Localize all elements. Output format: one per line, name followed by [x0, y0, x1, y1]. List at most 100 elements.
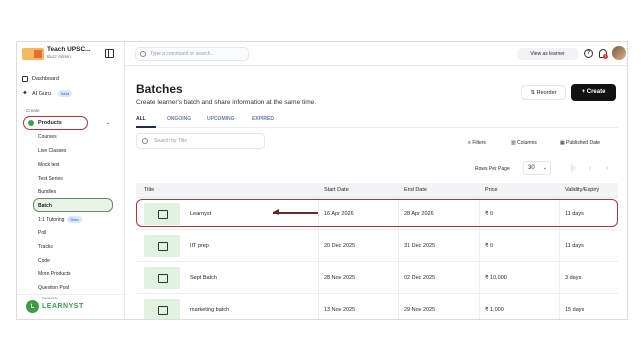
tab-expired[interactable]: EXPIRED: [252, 116, 274, 122]
beta-badge: Beta: [67, 216, 82, 223]
row-price: ₹ 0: [485, 243, 494, 249]
rows-per-page-label: Rows Per Page: [475, 166, 510, 172]
col-header-start-date[interactable]: Start Date: [324, 187, 349, 193]
row-validity: 3 days: [565, 275, 582, 281]
image-icon: [144, 235, 180, 257]
published-date-button[interactable]: ▦ Published Date: [560, 140, 600, 146]
sidebar-sub-question-pool[interactable]: Question Pool: [38, 285, 69, 291]
beta-badge: Beta: [57, 90, 73, 97]
help-icon[interactable]: ?: [584, 49, 593, 58]
brand-name: LEARNYST: [42, 303, 84, 310]
row-title[interactable]: marketing batch: [190, 307, 229, 313]
sidebar-sub-code[interactable]: Code: [38, 258, 50, 264]
image-icon: [144, 267, 180, 289]
columns-button[interactable]: ▥ Columns: [511, 140, 537, 146]
view-as-learner-button[interactable]: View as learner: [517, 48, 578, 60]
sidebar-item-label: Dashboard: [32, 76, 59, 82]
page-title: Batches: [136, 82, 183, 96]
brand-logo: L LEARNYST: [26, 300, 84, 313]
sidebar-sub-bundles[interactable]: Bundles: [38, 189, 56, 195]
sparkle-icon: ✦: [22, 89, 28, 97]
tab-upcoming[interactable]: UPCOMING: [207, 116, 235, 122]
org-role: Buzz Admin: [47, 54, 71, 59]
reorder-button[interactable]: ⇅ Reorder: [521, 85, 566, 100]
table-row[interactable]: IIT prep 20 Dec 2025 31 Dec 2025 ₹ 0 11 …: [136, 230, 618, 262]
prev-page-icon[interactable]: ‹: [589, 165, 591, 172]
topbar: Type a command or search... View as lear…: [125, 42, 627, 66]
sidebar-sub-more-products[interactable]: More Products: [38, 271, 71, 277]
sidebar-item-products[interactable]: Products: [28, 120, 62, 126]
tab-divider: [136, 127, 618, 128]
divider: [318, 230, 319, 262]
sidebar-collapse-icon[interactable]: [105, 49, 114, 58]
sidebar-item-label: Products: [38, 120, 62, 126]
first-page-icon[interactable]: |‹: [571, 165, 575, 172]
sidebar-sub-mock-test[interactable]: Mock test: [38, 162, 59, 168]
divider: [559, 294, 560, 319]
avatar[interactable]: [612, 46, 626, 60]
app-window: Teach UPSC... Buzz Admin Dashboard ✦ AI …: [16, 41, 628, 320]
sidebar-sub-tracks[interactable]: Tracks: [38, 244, 53, 250]
col-header-title[interactable]: Title: [144, 187, 154, 193]
col-header-validity[interactable]: Validity/Expiry: [565, 187, 599, 193]
row-validity: 11 days: [565, 243, 584, 249]
row-end-date: 29 Nov 2025: [404, 307, 436, 313]
divider: [559, 230, 560, 262]
next-page-icon[interactable]: ›: [606, 165, 608, 172]
title-search-input[interactable]: Search by Title: [136, 133, 265, 149]
filters-button[interactable]: ≡ Filters: [468, 140, 486, 146]
filters-label: Filters: [472, 140, 486, 146]
tab-ongoing[interactable]: ONGOING: [167, 116, 191, 122]
learnyst-logo-icon: L: [26, 300, 39, 313]
tab-all[interactable]: ALL: [136, 116, 146, 122]
search-icon: [142, 138, 148, 144]
columns-label: Columns: [517, 140, 537, 146]
row-validity: 15 days: [565, 307, 585, 313]
col-header-price[interactable]: Price: [485, 187, 498, 193]
rows-per-page-select[interactable]: 30 ⌄: [523, 161, 551, 175]
sidebar-item-label: AI Guru: [32, 90, 51, 97]
notification-badge: 1: [603, 54, 608, 59]
row-start-date: 28 Nov 2025: [324, 275, 356, 281]
grid-icon: [22, 76, 28, 82]
sidebar-sub-poll[interactable]: Poll: [38, 230, 46, 236]
create-button[interactable]: + Create: [571, 84, 616, 101]
page-subtitle: Create learner's batch and share informa…: [136, 99, 317, 106]
sidebar-sub-live-classes[interactable]: Live Classes: [38, 148, 66, 154]
table-row[interactable]: marketing batch 13 Nov 2025 29 Nov 2025 …: [136, 294, 618, 319]
published-date-label: Published Date: [566, 140, 601, 146]
sidebar-item-ai-guru[interactable]: ✦ AI Guru Beta: [22, 89, 73, 97]
col-header-end-date[interactable]: End Date: [404, 187, 427, 193]
table-row[interactable]: Sept Batch 28 Nov 2025 02 Dec 2025 ₹ 10,…: [136, 262, 618, 294]
command-search-input[interactable]: Type a command or search...: [135, 47, 249, 61]
divider: [398, 294, 399, 319]
rows-per-page-value: 30: [528, 165, 535, 171]
divider: [479, 262, 480, 294]
products-icon: [28, 120, 34, 126]
divider: [398, 262, 399, 294]
row-start-date: 20 Dec 2025: [324, 243, 356, 249]
divider: [479, 230, 480, 262]
divider: [17, 294, 125, 295]
table-header: [136, 183, 618, 198]
sidebar-sub-batch[interactable]: Batch: [38, 203, 52, 209]
org-name[interactable]: Teach UPSC...: [47, 46, 91, 53]
row-price: ₹ 1,000: [485, 307, 504, 313]
chevron-down-icon[interactable]: ⌄: [106, 120, 110, 126]
image-icon: [144, 299, 180, 319]
sidebar-sub-test-series[interactable]: Test Series: [38, 176, 63, 182]
sidebar-sub-courses[interactable]: Courses: [38, 134, 57, 140]
row-title[interactable]: IIT prep: [190, 243, 209, 249]
sidebar-item-dashboard[interactable]: Dashboard: [22, 76, 59, 82]
divider: [318, 294, 319, 319]
sidebar: Teach UPSC... Buzz Admin Dashboard ✦ AI …: [17, 42, 125, 319]
search-icon: [140, 51, 146, 57]
sidebar-item-label: 1:1 Tutoring: [38, 216, 65, 223]
row-price: ₹ 10,000: [485, 275, 507, 281]
arrow-left-icon: [273, 209, 279, 215]
sidebar-sub-tutoring[interactable]: 1:1 Tutoring Beta: [38, 216, 82, 223]
chevron-down-icon: ⌄: [542, 165, 547, 171]
create-label: Create: [586, 89, 606, 95]
row-title[interactable]: Sept Batch: [190, 275, 217, 281]
divider: [559, 262, 560, 294]
